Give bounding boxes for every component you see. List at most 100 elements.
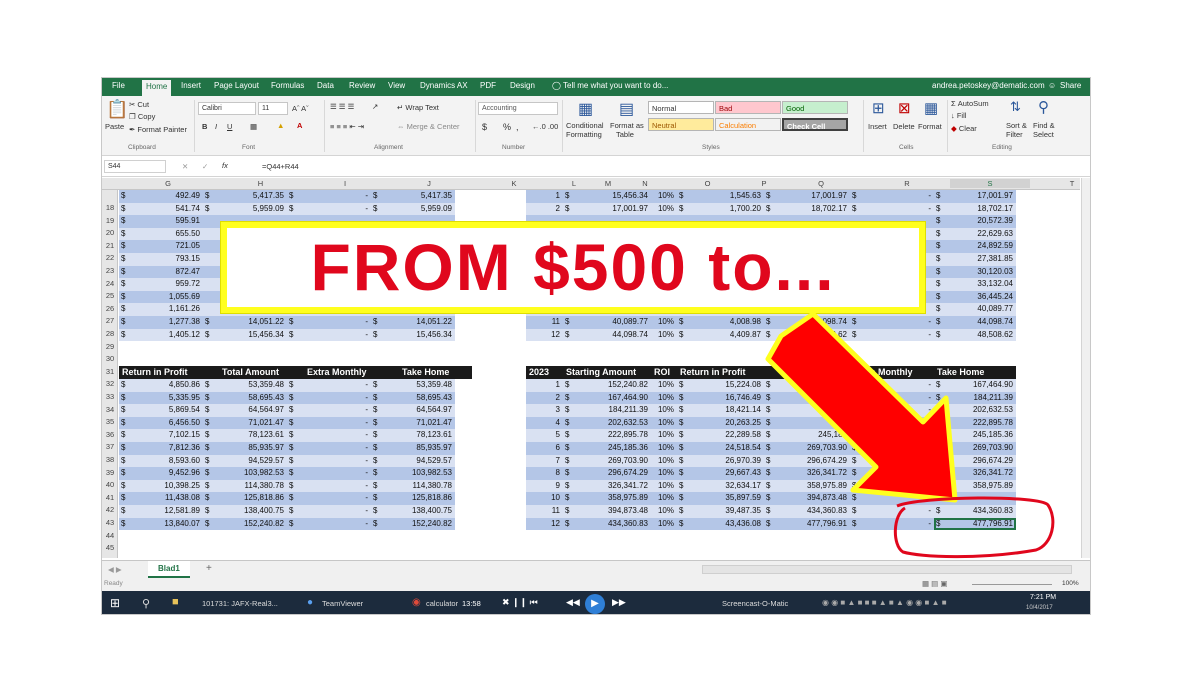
enter-icon[interactable]: ✓	[202, 162, 208, 171]
data-cell[interactable]: 15,224.08	[677, 379, 764, 392]
table-header[interactable]: 2023	[526, 366, 563, 379]
data-cell[interactable]: -	[850, 416, 934, 430]
data-cell[interactable]: 10%	[651, 202, 677, 216]
data-cell[interactable]: 595.91	[119, 215, 203, 228]
data-cell[interactable]: 326,341.72	[563, 479, 651, 493]
data-cell[interactable]: -	[850, 379, 934, 392]
data-cell[interactable]: 85,935.97	[371, 442, 455, 455]
data-cell[interactable]: -	[287, 328, 371, 342]
data-cell[interactable]: 269,703.90	[934, 442, 1016, 455]
column-header[interactable]: R	[864, 179, 950, 188]
data-cell[interactable]: 296,674.29	[563, 467, 651, 480]
data-cell[interactable]: 94,529.57	[203, 454, 287, 468]
column-header[interactable]: J	[387, 179, 471, 188]
data-cell[interactable]: 22,289.58	[677, 429, 764, 442]
data-cell[interactable]: 103,982.53	[371, 467, 455, 480]
font-name-select[interactable]: Calibri	[198, 102, 256, 115]
data-cell[interactable]: 11,438.08	[119, 492, 203, 505]
data-cell[interactable]: 152,240.82	[203, 517, 287, 531]
data-cell[interactable]: -	[287, 316, 371, 329]
data-cell[interactable]: 477,796.91	[764, 517, 850, 531]
data-cell[interactable]: 5,869.54	[119, 404, 203, 417]
data-cell[interactable]: 7,102.15	[119, 429, 203, 442]
data-cell[interactable]: 1	[526, 379, 563, 392]
data-cell[interactable]: 959.72	[119, 278, 203, 291]
data-cell[interactable]: -	[287, 517, 371, 531]
data-cell[interactable]: 11	[526, 316, 563, 329]
data-cell[interactable]: 138,400.75	[203, 505, 287, 518]
data-cell[interactable]: -	[287, 416, 371, 430]
data-cell[interactable]: 6,456.50	[119, 416, 203, 430]
tab-home[interactable]: Home	[142, 80, 172, 96]
fill-color-icon[interactable]: ▲	[277, 121, 284, 130]
insert-cells-icon[interactable]: ⊞	[872, 99, 885, 117]
data-cell[interactable]: 29,667.43	[677, 467, 764, 480]
data-cell[interactable]: 64,564.97	[203, 404, 287, 417]
merge-center-button[interactable]: ⇔ Merge & Center	[397, 122, 460, 131]
data-cell[interactable]: -	[850, 517, 934, 531]
column-header[interactable]: Q	[778, 179, 864, 188]
table-header[interactable]: Return in Profit	[119, 366, 219, 379]
data-cell[interactable]: 9	[526, 479, 563, 493]
data-cell[interactable]: -	[287, 379, 371, 392]
forward-icon[interactable]: ▶▶	[612, 597, 626, 608]
column-header[interactable]: H	[218, 179, 303, 188]
row-number[interactable]: 37	[102, 441, 118, 454]
data-cell[interactable]: 85,935.97	[203, 442, 287, 455]
data-cell[interactable]: 358,975.89	[934, 479, 1016, 493]
cut-button[interactable]: ✂ Cut	[129, 100, 149, 109]
data-cell[interactable]: 24,892.59	[934, 240, 1016, 253]
find-select-button[interactable]: Find &	[1033, 121, 1055, 130]
conditional-formatting-button[interactable]: Conditional	[566, 121, 604, 130]
row-number[interactable]: 40	[102, 479, 118, 492]
data-cell[interactable]: 16,746.49	[677, 391, 764, 405]
data-cell[interactable]: -	[850, 190, 934, 203]
data-cell[interactable]: 36,445.24	[934, 290, 1016, 304]
column-header[interactable]: P	[750, 179, 778, 188]
data-cell[interactable]: 13,840.07	[119, 517, 203, 531]
data-cell[interactable]: -	[287, 190, 371, 203]
data-cell[interactable]: 40,089.77	[563, 316, 651, 329]
cancel-icon[interactable]: ✕	[182, 162, 188, 171]
data-cell[interactable]: 6	[526, 442, 563, 455]
data-cell[interactable]	[934, 492, 1016, 505]
data-cell[interactable]: 222,895.78	[934, 416, 1016, 430]
row-number[interactable]: 46	[102, 555, 118, 558]
search-icon[interactable]: ⚲	[142, 597, 150, 610]
data-cell[interactable]: 53,359.48	[203, 379, 287, 392]
tab-formulas[interactable]: Formulas	[271, 81, 304, 90]
row-number[interactable]: 26	[102, 303, 118, 316]
user-account[interactable]: andrea.petoskey@dematic.com	[932, 81, 1045, 90]
zoom-level[interactable]: 100%	[1062, 580, 1079, 587]
column-header[interactable]: O	[665, 179, 750, 188]
sort-filter-icon[interactable]: ⇅	[1010, 99, 1021, 115]
data-cell[interactable]: -	[287, 467, 371, 480]
data-cell[interactable]: 18,421.14	[677, 404, 764, 417]
data-cell[interactable]: 10%	[651, 467, 677, 480]
data-cell[interactable]: 78,123.61	[371, 429, 455, 442]
data-cell[interactable]: 10%	[651, 404, 677, 417]
data-cell[interactable]: 24,518.54	[677, 442, 764, 455]
data-cell[interactable]: 17,001.97	[563, 202, 651, 216]
data-cell[interactable]: 12	[526, 517, 563, 531]
tab-page-layout[interactable]: Page Layout	[214, 81, 259, 90]
data-cell[interactable]: 48,508.62	[764, 328, 850, 342]
data-cell[interactable]: 5,959.09	[203, 202, 287, 216]
formula-input[interactable]: =Q44+R44	[262, 162, 299, 171]
orientation-icon[interactable]: ↗	[372, 102, 378, 111]
tab-view[interactable]: View	[388, 81, 405, 90]
data-cell[interactable]: 18,702.17	[764, 202, 850, 216]
data-cell[interactable]: 9,452.96	[119, 467, 203, 480]
row-number[interactable]: 18	[102, 202, 118, 215]
data-cell[interactable]: -	[850, 404, 934, 417]
style-neutral[interactable]: Neutral	[648, 118, 714, 131]
data-cell[interactable]: 10%	[651, 517, 677, 531]
data-cell[interactable]: 1,700.20	[677, 202, 764, 216]
selected-cell-s44[interactable]	[934, 517, 1016, 531]
table-header[interactable]: Return in Profit	[677, 366, 764, 379]
data-cell[interactable]: 103,982.53	[203, 467, 287, 480]
data-cell[interactable]	[764, 404, 850, 417]
column-header[interactable]: S	[950, 179, 1030, 188]
row-number[interactable]: 21	[102, 240, 118, 253]
data-cell[interactable]: 17,001.97	[934, 190, 1016, 203]
